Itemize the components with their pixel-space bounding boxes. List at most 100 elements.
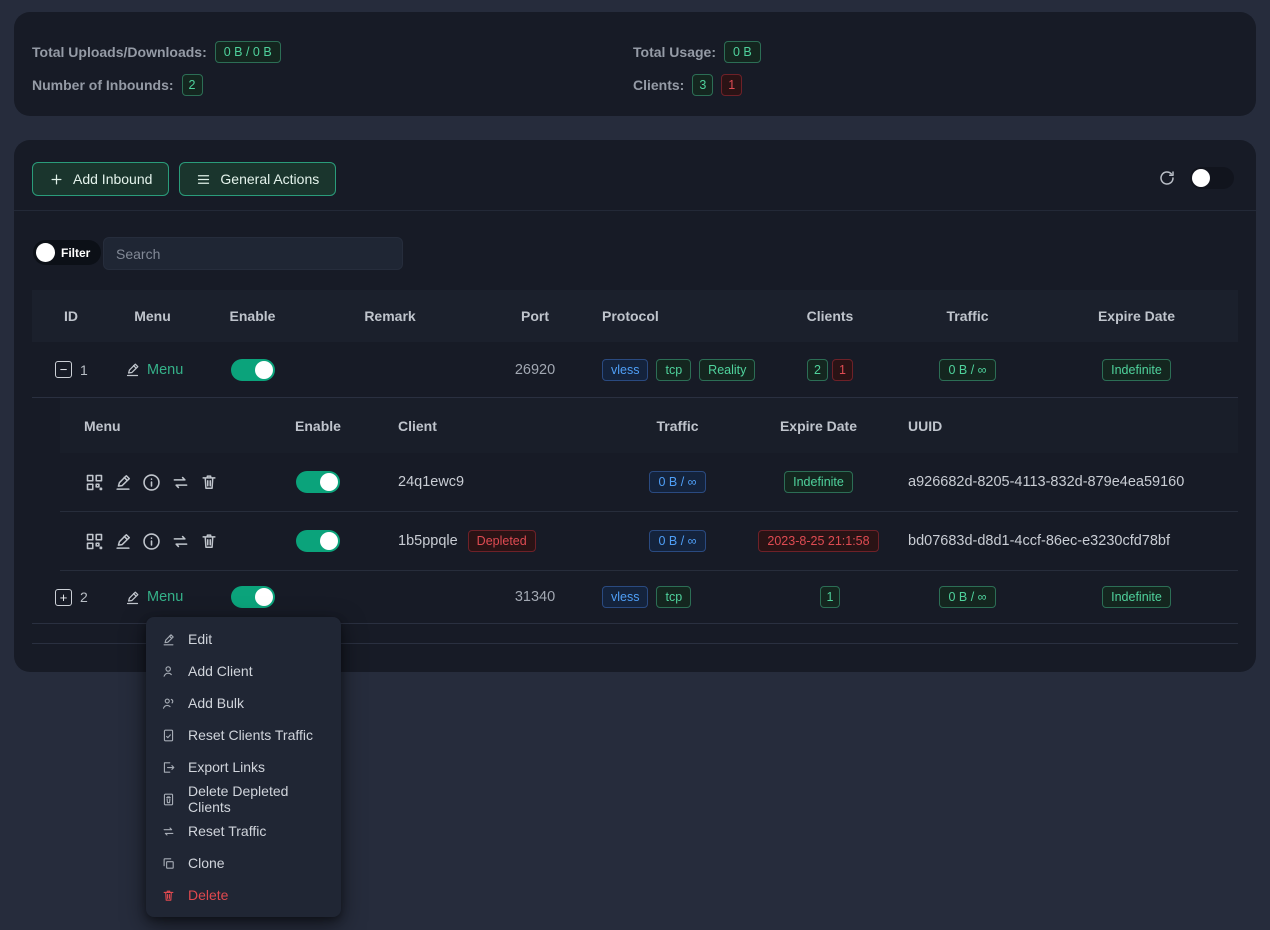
clients-ok-badge: 2 bbox=[807, 359, 828, 381]
usage-value-badge: 0 B bbox=[724, 41, 761, 63]
client-uuid: bd07683d-d8d1-4ccf-86ec-e3230cfd78bf bbox=[892, 533, 1238, 549]
sub-header-uuid: UUID bbox=[892, 418, 1238, 434]
inbound-enable-toggle[interactable] bbox=[231, 359, 275, 381]
client-enable-toggle[interactable] bbox=[296, 471, 340, 493]
search-input[interactable] bbox=[103, 237, 403, 270]
client-row-2: 1b5ppqle Depleted 0 B / ∞ 2023-8-25 21:1… bbox=[60, 512, 1238, 571]
add-inbound-button[interactable]: Add Inbound bbox=[32, 162, 169, 196]
general-actions-button[interactable]: General Actions bbox=[179, 162, 336, 196]
header-traffic: Traffic bbox=[900, 308, 1035, 324]
menu-item-delete[interactable]: Delete bbox=[146, 879, 341, 911]
filter-toggle-knob bbox=[36, 243, 55, 262]
menu-item-export-links[interactable]: Export Links bbox=[146, 751, 341, 783]
menu-item-reset-traffic[interactable]: Reset Traffic bbox=[146, 815, 341, 847]
edit-pencil-icon[interactable] bbox=[113, 472, 133, 492]
row-menu-label: Menu bbox=[147, 362, 183, 378]
header-port: Port bbox=[470, 308, 600, 324]
uploads-label: Total Uploads/Downloads: bbox=[32, 44, 207, 60]
qrcode-icon[interactable] bbox=[84, 531, 105, 552]
plus-icon bbox=[49, 172, 64, 187]
inbound-row-1: − 1 Menu 26920 vless tcp Reality bbox=[32, 342, 1238, 398]
client-traffic-badge: 0 B / ∞ bbox=[649, 530, 705, 552]
clients-subtable: Menu Enable Client Traffic Expire Date U… bbox=[60, 398, 1238, 571]
header-protocol: Protocol bbox=[600, 308, 760, 324]
inbound-enable-toggle[interactable] bbox=[231, 586, 275, 608]
reset-traffic-icon[interactable] bbox=[170, 531, 191, 552]
menu-item-label: Edit bbox=[188, 631, 212, 647]
menu-item-add-client[interactable]: Add Client bbox=[146, 655, 341, 687]
subtable-header-row: Menu Enable Client Traffic Expire Date U… bbox=[60, 398, 1238, 453]
table-header-row: ID Menu Enable Remark Port Protocol Clie… bbox=[32, 290, 1238, 342]
menu-item-clone[interactable]: Clone bbox=[146, 847, 341, 879]
inbound-id: 2 bbox=[80, 589, 88, 605]
auto-refresh-toggle[interactable] bbox=[1190, 167, 1234, 189]
header-menu: Menu bbox=[110, 308, 195, 324]
client-expire-badge: Indefinite bbox=[784, 471, 853, 493]
header-enable: Enable bbox=[195, 308, 310, 324]
expire-cell: Indefinite bbox=[1035, 359, 1238, 381]
expand-row-button[interactable]: + bbox=[55, 589, 72, 606]
uploads-value-badge: 0 B / 0 B bbox=[215, 41, 281, 63]
client-actions-cell bbox=[60, 472, 270, 493]
traffic-badge: 0 B / ∞ bbox=[939, 359, 995, 381]
port-cell: 31340 bbox=[470, 589, 600, 605]
id-cell: − 1 bbox=[32, 361, 110, 378]
sub-header-enable: Enable bbox=[270, 418, 366, 434]
client-expire-cell: 2023-8-25 21:1:58 bbox=[745, 530, 892, 552]
file-check-icon bbox=[161, 728, 176, 743]
general-actions-label: General Actions bbox=[220, 171, 319, 187]
sub-header-client: Client bbox=[366, 418, 610, 434]
menu-item-delete-depleted-clients[interactable]: Delete Depleted Clients bbox=[146, 783, 341, 815]
row-menu-label: Menu bbox=[147, 589, 183, 605]
client-expire-cell: Indefinite bbox=[745, 471, 892, 493]
total-usage: Total Usage: 0 B bbox=[633, 40, 761, 64]
user-add-icon bbox=[161, 664, 176, 679]
menu-item-label: Reset Clients Traffic bbox=[188, 727, 313, 743]
clients-stat: Clients: 3 1 bbox=[633, 73, 761, 97]
client-enable-cell bbox=[270, 471, 366, 493]
swap-icon bbox=[161, 824, 176, 839]
reset-traffic-icon[interactable] bbox=[170, 472, 191, 493]
header-remark: Remark bbox=[310, 308, 470, 324]
protocol-tag-tcp: tcp bbox=[656, 586, 691, 608]
inbounds-table: ID Menu Enable Remark Port Protocol Clie… bbox=[32, 290, 1238, 644]
client-expire-badge: 2023-8-25 21:1:58 bbox=[758, 530, 878, 552]
menu-item-edit[interactable]: Edit bbox=[146, 623, 341, 655]
collapse-row-button[interactable]: − bbox=[55, 361, 72, 378]
id-cell: + 2 bbox=[32, 589, 110, 606]
stats-left-column: Total Uploads/Downloads: 0 B / 0 B Numbe… bbox=[32, 40, 281, 97]
trash-icon[interactable] bbox=[199, 472, 219, 492]
total-uploads-downloads: Total Uploads/Downloads: 0 B / 0 B bbox=[32, 40, 281, 64]
menu-item-label: Add Client bbox=[188, 663, 253, 679]
trash-icon[interactable] bbox=[199, 531, 219, 551]
protocol-tag-reality: Reality bbox=[699, 359, 755, 381]
menu-item-label: Export Links bbox=[188, 759, 265, 775]
number-of-inbounds: Number of Inbounds: 2 bbox=[32, 73, 281, 97]
toggle-knob bbox=[1192, 169, 1210, 187]
info-icon[interactable] bbox=[141, 531, 162, 552]
client-actions-cell bbox=[60, 531, 270, 552]
row-menu-button[interactable]: Menu bbox=[110, 589, 195, 606]
refresh-icon[interactable] bbox=[1158, 169, 1176, 187]
client-row-1: 24q1ewc9 0 B / ∞ Indefinite a926682d-820… bbox=[60, 453, 1238, 512]
edit-icon bbox=[161, 632, 176, 647]
toolbar: Add Inbound General Actions bbox=[32, 162, 336, 196]
protocol-cell: vless tcp Reality bbox=[600, 359, 760, 381]
header-clients: Clients bbox=[760, 308, 900, 324]
info-icon[interactable] bbox=[141, 472, 162, 493]
inbounds-label: Number of Inbounds: bbox=[32, 77, 174, 93]
edit-pencil-icon[interactable] bbox=[113, 531, 133, 551]
inbounds-page: Total Uploads/Downloads: 0 B / 0 B Numbe… bbox=[0, 0, 1270, 930]
menu-item-reset-clients-traffic[interactable]: Reset Clients Traffic bbox=[146, 719, 341, 751]
client-enable-cell bbox=[270, 530, 366, 552]
clients-cell: 2 1 bbox=[760, 359, 900, 381]
row-menu-button[interactable]: Menu bbox=[110, 361, 195, 378]
sub-header-traffic: Traffic bbox=[610, 418, 745, 434]
stats-card: Total Uploads/Downloads: 0 B / 0 B Numbe… bbox=[14, 12, 1256, 116]
menu-item-add-bulk[interactable]: Add Bulk bbox=[146, 687, 341, 719]
filter-toggle[interactable]: Filter bbox=[33, 240, 101, 265]
toggle-knob bbox=[320, 473, 338, 491]
menu-item-label: Add Bulk bbox=[188, 695, 244, 711]
client-enable-toggle[interactable] bbox=[296, 530, 340, 552]
qrcode-icon[interactable] bbox=[84, 472, 105, 493]
